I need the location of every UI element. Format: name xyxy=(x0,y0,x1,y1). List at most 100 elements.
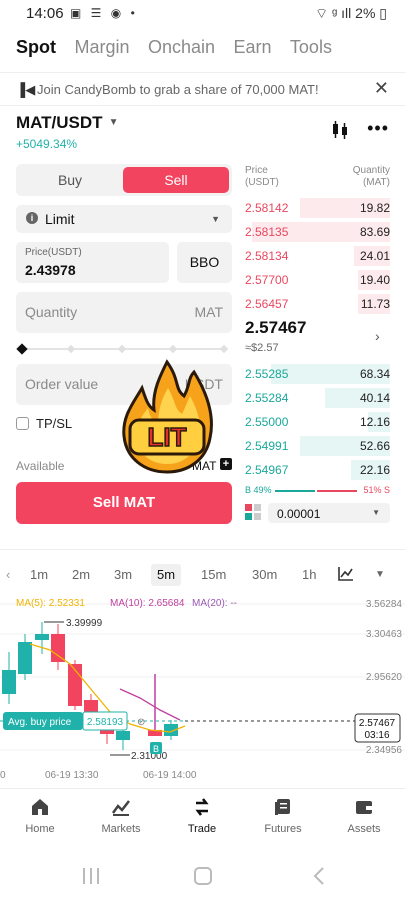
buy-tab[interactable]: Buy xyxy=(16,164,124,196)
ask-row[interactable]: 2.58134 24.01 xyxy=(245,244,390,268)
home-button-icon[interactable] xyxy=(194,867,212,885)
more-timeframes-icon[interactable]: ▼ xyxy=(375,569,385,580)
banner-text[interactable]: Join CandyBomb to grab a share of 70,000… xyxy=(37,82,319,97)
lit-fire-sticker: LIT xyxy=(122,359,213,474)
sell-ratio-bar xyxy=(317,490,357,492)
slider-tick[interactable] xyxy=(117,344,127,354)
recent-apps-icon[interactable] xyxy=(83,868,99,884)
ask-row[interactable]: 2.56457 11.73 xyxy=(245,292,390,316)
tab-spot[interactable]: Spot xyxy=(16,37,56,57)
checkbox-icon[interactable] xyxy=(16,417,29,430)
x-tick: 06-19 13:30 xyxy=(45,770,99,781)
status-bar: 14:06 ▣ ☰ ◉ • ⌔ ᵍ ıll 2% ▯ xyxy=(0,0,405,28)
price-chart[interactable]: MA(5): 2.52331 MA(10): 2.65684 MA(20): -… xyxy=(0,594,405,784)
tab-margin[interactable]: Margin xyxy=(74,37,129,57)
info-icon[interactable]: i xyxy=(26,212,38,224)
quantity-input[interactable]: Quantity MAT xyxy=(16,292,232,333)
nav-assets-label: Assets xyxy=(347,823,381,835)
ma10-label: MA(10): 2.65684 xyxy=(110,598,185,609)
available-label: Available xyxy=(16,459,65,473)
price-input[interactable]: Price(USDT) 2.43978 xyxy=(16,242,169,283)
caret-down-icon: ▼ xyxy=(108,117,119,128)
book-layout-icon[interactable] xyxy=(245,504,261,520)
divider xyxy=(0,549,405,550)
close-icon[interactable]: ✕ xyxy=(374,78,389,99)
nav-trade[interactable]: Trade xyxy=(167,797,237,835)
ask-price: 2.58134 xyxy=(245,249,289,263)
pair-symbol: MAT/USDT xyxy=(16,113,103,132)
bid-row[interactable]: 2.55285 68.34 xyxy=(245,362,390,386)
candlestick-icon[interactable] xyxy=(331,120,349,140)
chart-settings-icon[interactable] xyxy=(338,566,354,582)
ask-row[interactable]: 2.58135 83.69 xyxy=(245,220,390,244)
bid-row[interactable]: 2.54967 22.16 xyxy=(245,458,390,482)
nav-trade-label: Trade xyxy=(187,823,217,835)
timeframe-1h[interactable]: 1h xyxy=(302,567,316,582)
mid-price: 2.57467 xyxy=(245,318,307,337)
nav-futures[interactable]: Futures xyxy=(248,797,318,835)
order-type-select[interactable]: i Limit ▼ xyxy=(16,205,232,233)
timeframe-3m[interactable]: 3m xyxy=(114,567,132,582)
price-change: +5049.34% xyxy=(16,137,78,151)
transfer-plus-icon[interactable]: + xyxy=(220,458,232,470)
nav-home-label: Home xyxy=(25,823,55,835)
nav-home[interactable]: Home xyxy=(5,797,75,835)
bid-quantity: 22.16 xyxy=(359,463,390,477)
bbo-button[interactable]: BBO xyxy=(177,242,232,283)
tab-tools[interactable]: Tools xyxy=(290,37,332,57)
sell-mat-button[interactable]: Sell MAT xyxy=(16,482,232,524)
buy-marker-text: B xyxy=(153,744,159,754)
depth-select[interactable]: 0.00001 ▼ xyxy=(268,503,390,523)
status-time: 14:06 xyxy=(26,5,64,22)
nav-assets[interactable]: Assets xyxy=(329,797,399,835)
slider-handle[interactable] xyxy=(16,343,28,355)
system-nav-bar xyxy=(83,867,324,885)
price-header: Price xyxy=(245,165,268,176)
back-icon[interactable] xyxy=(313,867,324,885)
sell-tab[interactable]: Sell xyxy=(123,167,229,193)
promo-banner[interactable]: ▐◀ Join CandyBomb to grab a share of 70,… xyxy=(0,72,405,106)
price-header-unit: (USDT) xyxy=(245,177,279,188)
timeframe-bar: ‹ 1m 2m 3m 5m 15m 30m 1h ▼ xyxy=(0,562,405,588)
more-icon[interactable]: ••• xyxy=(367,118,389,139)
bid-quantity: 12.16 xyxy=(359,415,390,429)
bid-row[interactable]: 2.55000 12.16 xyxy=(245,410,390,434)
candle xyxy=(51,634,65,662)
futures-icon xyxy=(275,799,290,815)
bid-row[interactable]: 2.55284 40.14 xyxy=(245,386,390,410)
eye-off-icon[interactable]: ⊘ xyxy=(137,717,145,728)
bottom-nav: Home Markets Trade Futures Assets xyxy=(0,788,405,848)
price-value[interactable]: 2.43978 xyxy=(25,262,76,278)
ask-price: 2.58142 xyxy=(245,201,289,215)
bid-quantity: 52.66 xyxy=(359,439,390,453)
quantity-header-unit: (MAT) xyxy=(362,177,390,188)
ask-row[interactable]: 2.58142 19.82 xyxy=(245,196,390,220)
ask-price: 2.56457 xyxy=(245,297,289,311)
countdown: 03:16 xyxy=(364,730,389,741)
y-tick: 3.30463 xyxy=(366,629,403,640)
timeframe-1m[interactable]: 1m xyxy=(30,567,48,582)
sticker-text: LIT xyxy=(148,422,187,452)
slider-tick[interactable] xyxy=(66,344,76,354)
chevron-right-icon[interactable]: › xyxy=(375,328,380,344)
y-tick: 2.95620 xyxy=(366,672,403,683)
bid-row[interactable]: 2.54991 52.66 xyxy=(245,434,390,458)
high-label: 3.39999 xyxy=(66,618,103,629)
amount-slider[interactable] xyxy=(16,342,232,356)
timeframe-15m[interactable]: 15m xyxy=(201,567,226,582)
candle xyxy=(18,642,32,674)
timeframe-2m[interactable]: 2m xyxy=(72,567,90,582)
slider-tick[interactable] xyxy=(219,344,229,354)
bid-price: 2.55284 xyxy=(245,391,289,405)
scroll-left-icon: ‹ xyxy=(6,567,11,582)
tab-onchain[interactable]: Onchain xyxy=(148,37,215,57)
battery-level: 2% xyxy=(355,5,376,21)
ask-quantity: 83.69 xyxy=(359,225,390,239)
slider-tick[interactable] xyxy=(168,344,178,354)
nav-markets[interactable]: Markets xyxy=(86,797,156,835)
tab-earn[interactable]: Earn xyxy=(233,37,271,57)
timeframe-30m[interactable]: 30m xyxy=(252,567,277,582)
pair-selector[interactable]: MAT/USDT ▼ xyxy=(16,113,118,133)
ask-row[interactable]: 2.57700 19.40 xyxy=(245,268,390,292)
timeframe-5m[interactable]: 5m xyxy=(151,564,182,586)
